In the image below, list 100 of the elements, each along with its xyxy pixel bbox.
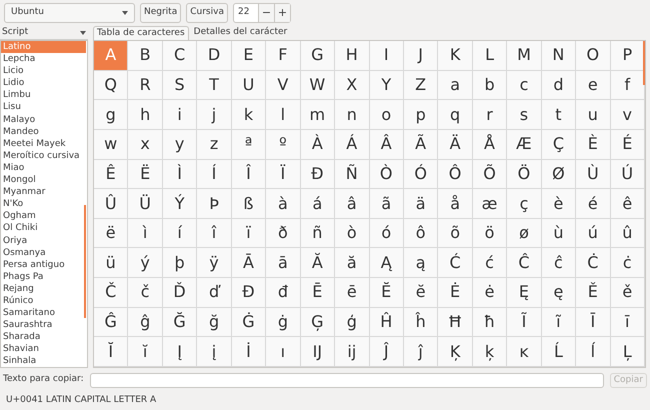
script-item[interactable]: Malayo	[1, 114, 84, 126]
character-cell[interactable]: j	[197, 100, 232, 130]
character-cell[interactable]: Ė	[438, 278, 473, 308]
character-cell[interactable]: U	[232, 70, 266, 100]
character-cell[interactable]: k	[232, 100, 266, 130]
character-cell[interactable]: e	[576, 70, 611, 100]
character-cell[interactable]: è	[542, 189, 576, 219]
script-item[interactable]: Osmanya	[1, 246, 84, 259]
character-cell[interactable]: Đ	[232, 278, 266, 308]
script-item[interactable]: Myanmar	[1, 186, 84, 198]
character-cell[interactable]: ê	[610, 189, 645, 219]
script-item[interactable]: Ol Chiki	[1, 222, 84, 234]
character-cell[interactable]: é	[576, 189, 611, 219]
character-cell[interactable]: I	[370, 41, 404, 71]
character-cell[interactable]: í	[162, 218, 198, 248]
character-cell[interactable]: Ī	[576, 308, 611, 338]
character-cell[interactable]: É	[610, 130, 645, 160]
character-cell[interactable]: q	[438, 100, 473, 130]
character-cell[interactable]: w	[94, 130, 128, 160]
character-cell[interactable]: Ö	[507, 160, 542, 190]
character-cell[interactable]: Ø	[542, 160, 576, 190]
character-cell[interactable]: Ă	[300, 248, 336, 278]
character-cell[interactable]: f	[610, 70, 645, 100]
character-cell[interactable]: Ĺ	[542, 337, 576, 368]
character-cell[interactable]: Ĥ	[370, 308, 404, 338]
character-cell[interactable]: È	[576, 130, 611, 160]
character-cell[interactable]: Ĕ	[370, 278, 404, 308]
character-cell[interactable]: Á	[335, 130, 370, 160]
character-cell[interactable]: Ĉ	[507, 248, 542, 278]
character-cell[interactable]: X	[335, 70, 370, 100]
character-cell[interactable]: R	[128, 70, 163, 100]
character-cell[interactable]: ĺ	[576, 337, 611, 368]
character-cell[interactable]: ě	[610, 278, 645, 308]
character-cell[interactable]: F	[266, 41, 301, 71]
character-cell[interactable]: m	[300, 100, 336, 130]
character-cell[interactable]: Ħ	[438, 308, 473, 338]
character-cell[interactable]: ĥ	[404, 308, 438, 338]
character-cell[interactable]: Ę	[507, 278, 542, 308]
character-cell[interactable]: ĭ	[128, 337, 163, 368]
character-cell[interactable]: H	[335, 41, 370, 71]
character-cell[interactable]: Ô	[438, 160, 473, 190]
script-item[interactable]: Lidio	[1, 77, 84, 90]
character-cell[interactable]: T	[197, 70, 232, 100]
script-item[interactable]: Mongol	[1, 174, 84, 186]
script-item[interactable]: N'Ko	[1, 198, 84, 210]
character-cell[interactable]: g	[94, 100, 128, 130]
character-cell[interactable]: ð	[266, 218, 301, 248]
character-cell[interactable]: ĕ	[404, 278, 438, 308]
italic-button[interactable]: Cursiva	[186, 3, 228, 23]
character-cell[interactable]: Ú	[610, 160, 645, 190]
font-dropdown[interactable]: Ubuntu	[4, 3, 135, 23]
character-cell[interactable]: ă	[335, 248, 370, 278]
character-cell[interactable]: n	[335, 100, 370, 130]
character-cell[interactable]: Ù	[576, 160, 611, 190]
script-item[interactable]: Mandeo	[1, 126, 84, 138]
script-item[interactable]: Samaritano	[1, 307, 84, 320]
script-item[interactable]: Sinhala	[1, 355, 84, 367]
character-cell[interactable]: ï	[232, 218, 266, 248]
character-cell[interactable]: Į	[162, 337, 198, 368]
character-cell[interactable]: å	[438, 189, 473, 219]
character-cell[interactable]: ą	[404, 248, 438, 278]
character-cell[interactable]: p	[404, 100, 438, 130]
character-cell[interactable]: ý	[128, 248, 163, 278]
character-cell[interactable]: Z	[404, 70, 438, 100]
character-cell[interactable]: c	[507, 70, 542, 100]
character-cell[interactable]: D	[197, 41, 232, 71]
character-cell[interactable]: v	[610, 100, 645, 130]
character-cell[interactable]: E	[232, 41, 266, 71]
character-cell[interactable]: ä	[404, 189, 438, 219]
character-cell[interactable]: ĸ	[507, 337, 542, 368]
script-item[interactable]: Saurashtra	[1, 319, 84, 332]
character-cell[interactable]: d	[542, 70, 576, 100]
character-cell[interactable]: ö	[472, 218, 508, 248]
script-item[interactable]: Sharada	[1, 331, 84, 344]
character-cell[interactable]: i	[162, 100, 198, 130]
character-cell[interactable]: č	[128, 278, 163, 308]
character-cell[interactable]: ģ	[335, 308, 370, 338]
character-cell[interactable]: ó	[370, 218, 404, 248]
character-cell[interactable]: s	[507, 100, 542, 130]
character-cell[interactable]: ī	[610, 308, 645, 338]
character-cell[interactable]: ħ	[472, 308, 508, 338]
character-cell[interactable]: N	[542, 41, 576, 71]
character-cell[interactable]: Ã	[404, 130, 438, 160]
character-cell[interactable]: đ	[266, 278, 301, 308]
character-cell[interactable]: ç	[507, 189, 542, 219]
character-cell[interactable]: ø	[507, 218, 542, 248]
script-item[interactable]: Rúnico	[1, 294, 84, 308]
character-cell[interactable]: Ç	[542, 130, 576, 160]
character-cell[interactable]: À	[300, 130, 336, 160]
character-cell[interactable]: ĝ	[128, 308, 163, 338]
character-cell[interactable]: Ï	[266, 160, 301, 190]
character-cell[interactable]: Ļ	[610, 337, 645, 368]
tab[interactable]: Detalles del carácter	[190, 26, 290, 40]
tab[interactable]: Tabla de caracteres	[93, 26, 189, 40]
character-cell[interactable]: ķ	[472, 337, 508, 368]
character-cell[interactable]: P	[610, 41, 645, 71]
character-cell[interactable]: Ë	[128, 160, 163, 190]
character-cell[interactable]: ę	[542, 278, 576, 308]
character-cell[interactable]: Ò	[370, 160, 404, 190]
character-cell[interactable]: ª	[232, 130, 266, 160]
